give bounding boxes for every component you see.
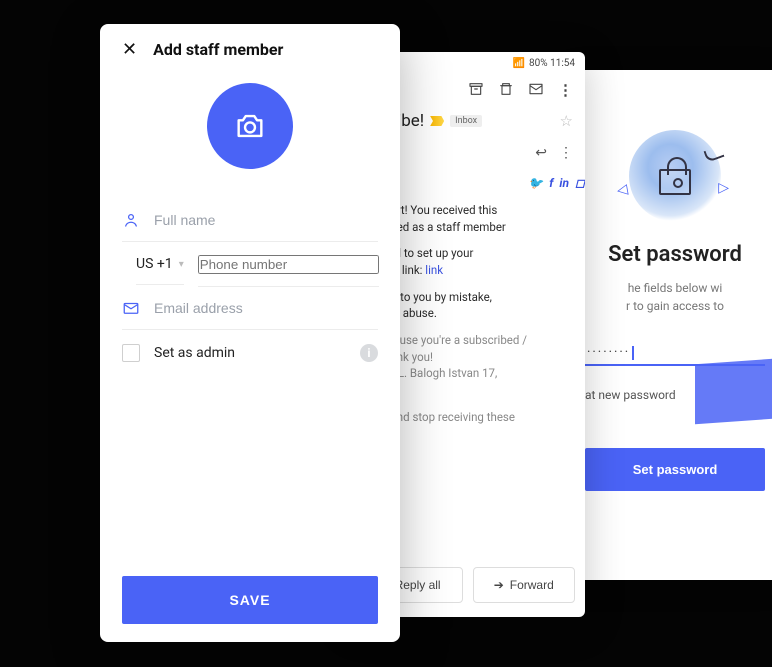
twitter-icon[interactable]: 🐦 <box>528 176 543 190</box>
inbox-chip: Inbox <box>450 115 482 127</box>
add-staff-panel: ✕ Add staff member US +1 ▾ Set as a <box>100 24 400 642</box>
country-code-value: US +1 <box>136 256 173 272</box>
reply-icon[interactable]: ↩ <box>535 145 547 161</box>
facebook-icon[interactable]: f <box>549 176 553 190</box>
social-icons: 🐦 f in ◻ <box>528 176 585 190</box>
fullname-input[interactable] <box>154 212 378 228</box>
label-chip-icon <box>430 116 444 126</box>
text-caret <box>632 346 634 360</box>
country-code-select[interactable]: US +1 ▾ <box>136 244 184 285</box>
envelope-icon <box>122 299 140 317</box>
forward-button[interactable]: ➔ Forward <box>473 567 576 603</box>
set-password-title: Set password <box>608 242 742 267</box>
key-icon <box>703 145 724 162</box>
chevron-down-icon: ▾ <box>179 259 184 270</box>
setup-link[interactable]: link <box>425 263 443 277</box>
lock-icon <box>659 169 691 195</box>
save-button[interactable]: SAVE <box>122 576 378 624</box>
set-admin-checkbox[interactable] <box>122 344 140 362</box>
reply-all-label: Reply all <box>395 578 441 592</box>
person-icon <box>122 211 140 229</box>
decorative-block <box>695 356 772 424</box>
camera-icon <box>233 109 267 143</box>
battery-text: 80% 11:54 <box>529 58 575 69</box>
set-password-panel: ◁ ▷ Set password he fields below wi r to… <box>565 70 772 580</box>
avatar-upload[interactable] <box>207 83 293 169</box>
set-admin-label: Set as admin <box>154 345 235 361</box>
phone-input[interactable] <box>198 255 379 274</box>
trash-icon[interactable] <box>498 81 514 101</box>
forward-arrow-icon: ➔ <box>494 578 504 592</box>
set-password-button[interactable]: Set password <box>585 448 765 491</box>
linkedin-icon[interactable]: in <box>559 176 569 190</box>
forward-label: Forward <box>510 578 554 592</box>
email-input[interactable] <box>154 300 378 316</box>
more-icon[interactable]: ⋮ <box>558 81 573 101</box>
close-icon[interactable]: ✕ <box>122 41 137 59</box>
panel-header: ✕ Add staff member <box>122 40 378 59</box>
star-icon[interactable]: ☆ <box>560 112 573 130</box>
panel-title: Add staff member <box>153 40 283 59</box>
triangle-left-icon: ◁ <box>616 181 629 199</box>
password-dots: ········ <box>587 345 630 360</box>
triangle-right-icon: ▷ <box>718 180 729 196</box>
signal-icon: 📶 <box>513 58 525 69</box>
set-admin-row: Set as admin i <box>122 344 378 362</box>
archive-icon[interactable] <box>468 81 484 101</box>
info-icon[interactable]: i <box>360 344 378 362</box>
phone-field-row: US +1 ▾ <box>122 242 378 287</box>
instagram-icon[interactable]: ◻ <box>575 176 585 190</box>
email-field[interactable] <box>122 287 378 330</box>
meta-more-icon[interactable]: ⋮ <box>559 145 573 161</box>
mail-icon[interactable] <box>528 81 544 101</box>
set-password-desc: he fields below wi r to gain access to <box>626 279 724 315</box>
lock-illustration: ◁ ▷ <box>629 130 721 222</box>
fullname-field[interactable] <box>122 199 378 242</box>
